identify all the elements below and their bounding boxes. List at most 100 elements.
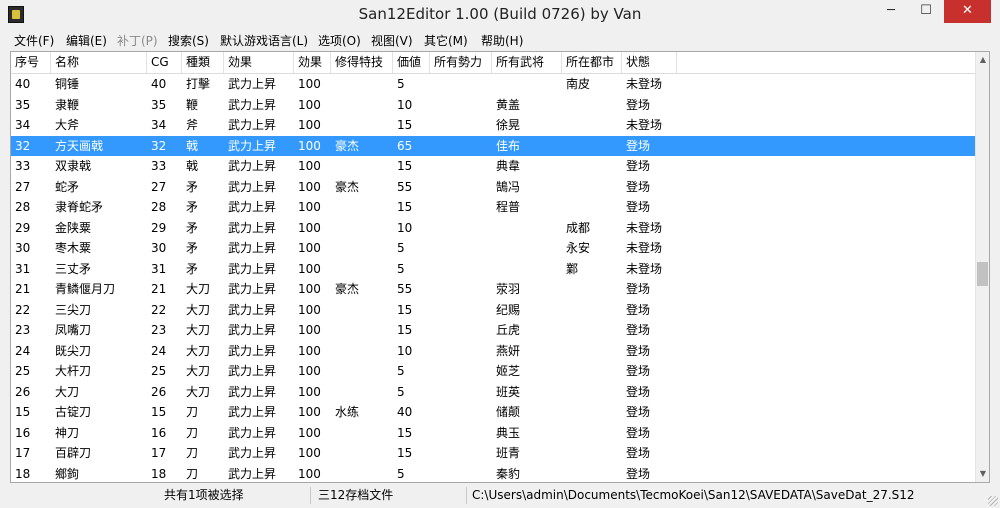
table-row[interactable]: 25 大杆刀 25 大刀 武力上昇 100 5 姬芝 登场 xyxy=(11,361,975,382)
cell-cg: 34 xyxy=(151,118,167,132)
cell-name: 神刀 xyxy=(55,425,80,440)
cell-owner: 丘虎 xyxy=(496,323,521,337)
cell-cg: 33 xyxy=(151,159,167,173)
resize-grip[interactable] xyxy=(988,496,998,506)
table-row[interactable]: 21 青鳞偃月刀 21 大刀 武力上昇 100 豪杰 55 荥羽 登场 xyxy=(11,279,975,300)
cell-owner: 佳布 xyxy=(496,138,521,153)
menu-other[interactable]: 其它(M) xyxy=(424,32,468,49)
cell-name: 枣木粟 xyxy=(55,241,92,255)
cell-effect: 武力上昇 xyxy=(228,364,277,378)
cell-id: 18 xyxy=(15,466,31,481)
cell-effect-value: 100 xyxy=(298,200,321,214)
cell-cg: 26 xyxy=(151,384,167,399)
list-body: 40 铜锤 40 打擊 武力上昇 100 5 南皮 未登场 35 隶鞭 35 鞭武力上昇 100 10 黄盖登… xyxy=(11,74,975,483)
menu-view[interactable]: 视图(V) xyxy=(371,32,413,49)
cell-value: 55 xyxy=(397,282,413,296)
table-row[interactable]: 40 铜锤 40 打擊 武力上昇 100 5 南皮 未登场 xyxy=(11,74,975,95)
table-row[interactable]: 27 蛇矛 27 矛 武力上昇 100 豪杰 55 鵠冯 登场 xyxy=(11,177,975,198)
cell-owner: 秦豹 xyxy=(496,466,521,481)
cell-type: 矛 xyxy=(186,241,199,255)
scroll-down-icon[interactable]: ▼ xyxy=(976,466,989,482)
menu-search[interactable]: 搜索(S) xyxy=(168,32,209,49)
menu-help[interactable]: 帮助(H) xyxy=(481,32,523,49)
column-header[interactable]: 所有武将 xyxy=(492,52,562,73)
column-header[interactable]: 修得特技 xyxy=(331,52,393,73)
table-row-selected[interactable]: 32 方天画戟 32 戟 武力上昇 100 豪杰 65 佳布 登场 xyxy=(11,135,975,156)
cell-faction xyxy=(430,300,492,321)
cell-cg: 24 xyxy=(151,343,167,358)
cell-faction xyxy=(430,320,492,341)
cell-id: 25 xyxy=(15,364,31,378)
cell-cg: 25 xyxy=(151,364,167,378)
cell-owner: 姬芝 xyxy=(496,364,521,378)
cell-effect: 武力上昇 xyxy=(228,261,277,276)
cell-type: 刀 xyxy=(186,405,199,419)
cell-id: 26 xyxy=(15,384,31,399)
vertical-scrollbar[interactable]: ▲ ▼ xyxy=(975,52,989,482)
column-header[interactable]: 状態 xyxy=(622,52,677,73)
column-header[interactable]: 序号 xyxy=(11,52,51,73)
cell-status: 登场 xyxy=(626,323,651,337)
scroll-up-icon[interactable]: ▲ xyxy=(976,52,989,68)
cell-status: 登场 xyxy=(626,282,651,296)
cell-status: 登场 xyxy=(626,179,651,194)
cell-effect-value: 100 xyxy=(298,77,321,91)
table-row[interactable]: 22 三尖刀 22 大刀 武力上昇 100 15 纪赐 登场 xyxy=(11,300,975,321)
table-row[interactable]: 34 大斧 34 斧 武力上昇 100 15 徐晃 未登场 xyxy=(11,115,975,136)
scroll-thumb[interactable] xyxy=(977,262,988,286)
table-row[interactable]: 30 枣木粟 30 矛 武力上昇 100 5 永安 未登场 xyxy=(11,238,975,259)
table-row[interactable]: 17 百辟刀 17 刀 武力上昇 100 15 班青 登场 xyxy=(11,443,975,464)
menu-edit[interactable]: 编辑(E) xyxy=(66,32,107,49)
column-header[interactable]: 効果 xyxy=(294,52,331,73)
table-row[interactable]: 24 既尖刀 24 大刀 武力上昇 100 10 燕妍 登场 xyxy=(11,341,975,362)
table-row[interactable]: 33 双隶戟 33 戟 武力上昇 100 15 典韋 登场 xyxy=(11,156,975,177)
table-row[interactable]: 18 鄉鉤 18 刀 武力上昇 100 5 秦豹 登场 xyxy=(11,464,975,483)
cell-effect: 武力上昇 xyxy=(228,384,277,399)
cell-faction xyxy=(430,279,492,300)
column-header[interactable]: CG xyxy=(147,52,182,73)
cell-city xyxy=(562,115,622,136)
menu-options[interactable]: 选项(O) xyxy=(318,32,361,49)
cell-value: 15 xyxy=(397,446,413,460)
cell-value: 10 xyxy=(397,343,413,358)
minimize-button[interactable]: ─ xyxy=(874,0,908,23)
cell-effect-value: 100 xyxy=(298,384,321,399)
cell-value: 10 xyxy=(397,220,413,235)
column-header[interactable]: 所在都市 xyxy=(562,52,622,73)
table-row[interactable]: 31 三丈矛 31 矛 武力上昇 100 5 鄴 未登场 xyxy=(11,259,975,280)
menu-patch[interactable]: 补丁(P) xyxy=(117,32,158,49)
table-row[interactable]: 35 隶鞭 35 鞭 武力上昇 100 10 黄盖 登场 xyxy=(11,95,975,116)
table-row[interactable]: 26 大刀 26 大刀 武力上昇 100 5 班英 登场 xyxy=(11,382,975,403)
cell-id: 30 xyxy=(15,241,31,255)
table-row[interactable]: 29 金陕粟 29 矛 武力上昇 100 10 成都 未登场 xyxy=(11,218,975,239)
cell-faction xyxy=(430,74,492,95)
column-header[interactable]: 所有勢力 xyxy=(430,52,492,73)
window-title: San12Editor 1.00 (Build 0726) by Van xyxy=(358,5,642,23)
cell-id: 15 xyxy=(15,405,31,419)
column-header[interactable]: 種類 xyxy=(182,52,224,73)
cell-city xyxy=(562,361,622,382)
table-row[interactable]: 23 凤嘴刀 23 大刀 武力上昇 100 15 丘虎 登场 xyxy=(11,320,975,341)
maximize-button[interactable]: ☐ xyxy=(909,0,943,23)
cell-type: 矛 xyxy=(186,261,199,276)
menu-language[interactable]: 默认游戏语言(L) xyxy=(220,32,308,49)
table-row[interactable]: 15 古锭刀 15 刀 武力上昇 100 水练 40 储颠 登场 xyxy=(11,402,975,423)
cell-skill xyxy=(331,95,393,116)
cell-status: 登场 xyxy=(626,384,651,399)
cell-owner: 储颠 xyxy=(496,405,521,419)
cell-city: 永安 xyxy=(566,241,591,255)
column-header[interactable]: 価値 xyxy=(393,52,430,73)
weapon-list[interactable]: 序号 名称 CG 種類 効果 効果 修得特技 価値 所有勢力 所有武将 所在都市… xyxy=(10,51,990,483)
column-header[interactable]: 効果 xyxy=(224,52,294,73)
cell-status: 登场 xyxy=(626,425,651,440)
menu-file[interactable]: 文件(F) xyxy=(14,32,54,49)
close-button[interactable]: ✕ xyxy=(944,0,991,23)
column-header[interactable]: 名称 xyxy=(51,52,147,73)
cell-status: 登场 xyxy=(626,159,651,173)
title-bar[interactable]: San12Editor 1.00 (Build 0726) by Van ─ ☐… xyxy=(0,0,1000,30)
cell-faction xyxy=(430,238,492,259)
cell-city xyxy=(562,402,622,423)
table-row[interactable]: 28 隶脊蛇矛 28 矛 武力上昇 100 15 程普 登场 xyxy=(11,197,975,218)
table-row[interactable]: 16 神刀 16 刀 武力上昇 100 15 典玉 登场 xyxy=(11,423,975,444)
cell-skill: 豪杰 xyxy=(335,138,360,153)
